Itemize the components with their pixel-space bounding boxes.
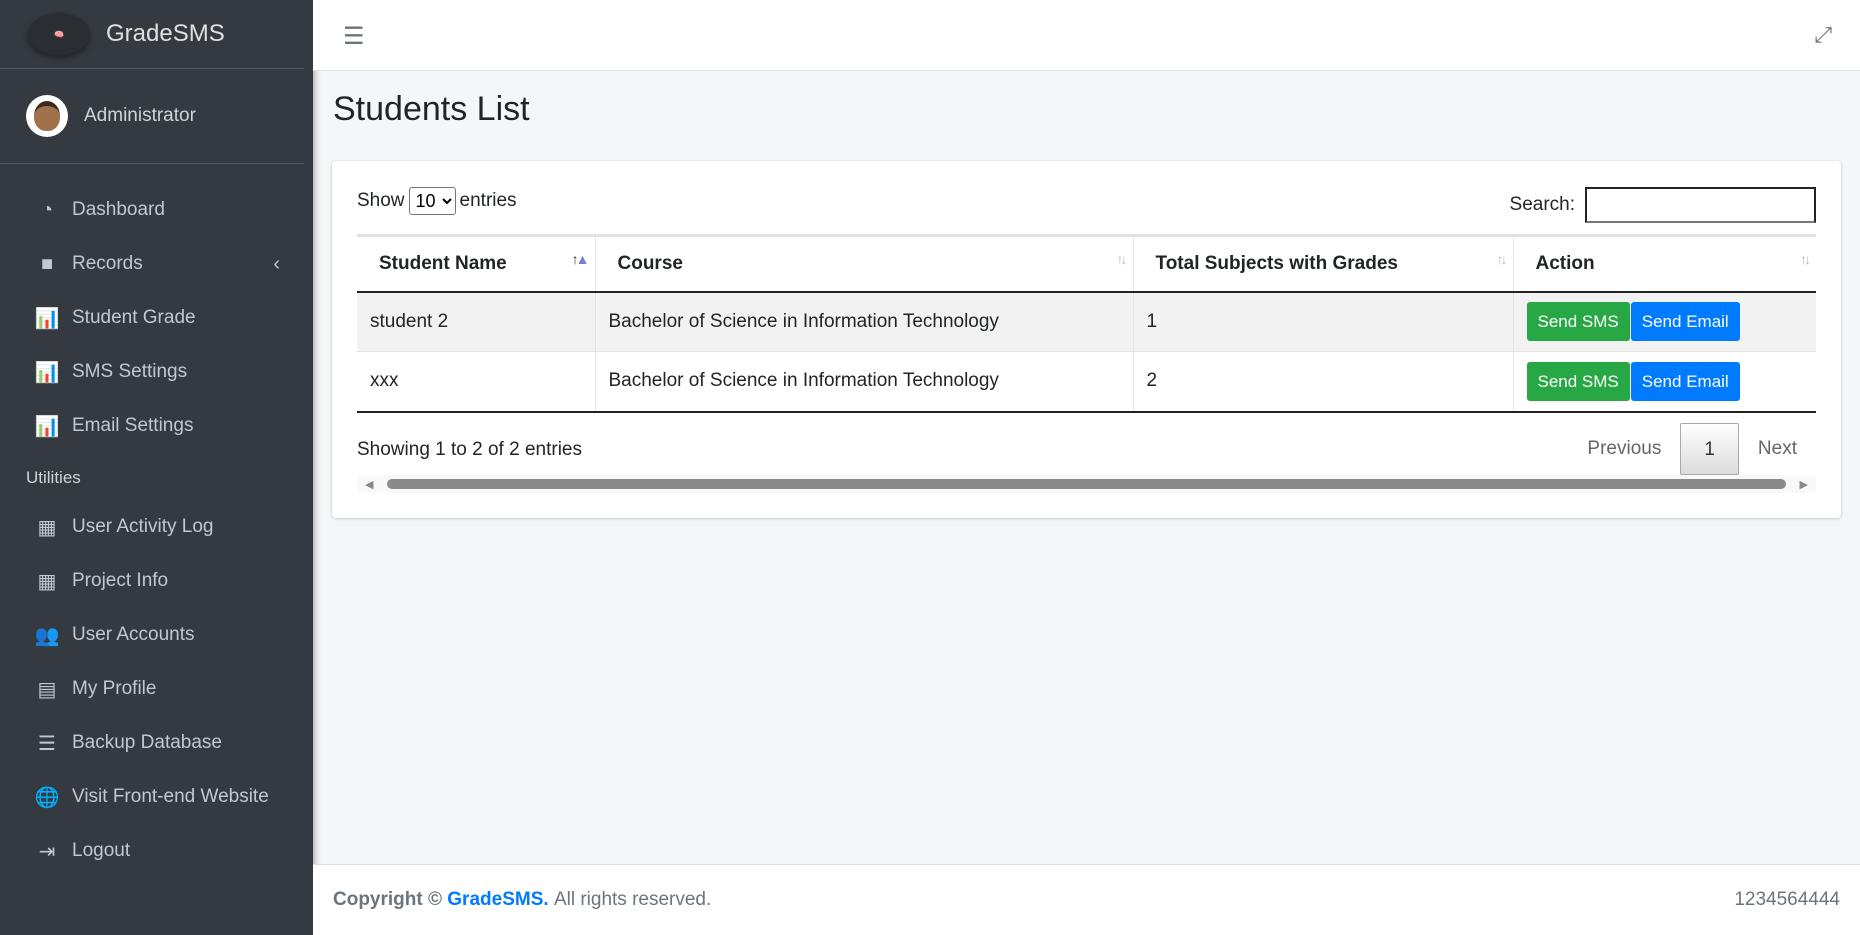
fullscreen-icon[interactable]: ⤢ <box>1814 22 1832 48</box>
sidebar-item-sms-settings[interactable]: 📊 SMS Settings <box>0 348 304 396</box>
user-panel[interactable]: Administrator <box>0 69 304 164</box>
sidebar-item-project-info[interactable]: ▦ Project Info <box>0 557 304 605</box>
building-icon: ▦ <box>37 516 57 539</box>
sidebar-item-dashboard[interactable]: ◔ Dashboard <box>0 186 304 234</box>
footer-version: 1234564444 <box>1734 889 1840 910</box>
chevron-left-icon: ‹ <box>273 252 280 275</box>
send-email-button[interactable]: Send Email <box>1630 361 1740 401</box>
search-control: Search: <box>1510 187 1816 223</box>
table-row: xxx Bachelor of Science in Information T… <box>357 351 1816 413</box>
horizontal-scrollbar[interactable]: ◀ ▶ <box>357 475 1816 493</box>
sort-icon: ↑↓ <box>1800 251 1811 267</box>
nav-header-utilities: Utilities <box>26 468 81 487</box>
folder-icon: ■ <box>40 252 54 275</box>
page-title: Students List <box>333 90 530 128</box>
pagination: Previous 1 Next <box>1568 423 1816 475</box>
column-header-total-subjects[interactable]: Total Subjects with Grades ↑↓ <box>1132 235 1513 293</box>
send-sms-button[interactable]: Send SMS <box>1526 302 1630 342</box>
sidebar-item-visit-website[interactable]: 🌐 Visit Front-end Website <box>0 773 304 821</box>
globe-icon: 🌐 <box>34 786 60 809</box>
column-header-action[interactable]: Action ↑↓ <box>1512 235 1816 293</box>
previous-button[interactable]: Previous <box>1568 438 1680 460</box>
database-icon: ☰ <box>38 732 56 755</box>
brand-link[interactable]: 🧠 GradeSMS <box>0 0 304 69</box>
table-info: Showing 1 to 2 of 2 entries <box>357 439 582 460</box>
brand-name: GradeSMS <box>106 20 225 47</box>
bar-chart-icon: 📊 <box>34 415 60 438</box>
page-1-button[interactable]: 1 <box>1680 423 1739 475</box>
students-table: Student Name ↑▲ Course ↑↓ Total Subjects w… <box>357 234 1816 413</box>
table-row: student 2 Bachelor of Science in Informa… <box>357 291 1816 352</box>
sort-icon: ↑↓ <box>1116 251 1128 267</box>
scroll-left-icon[interactable]: ◀ <box>365 478 373 491</box>
sidebar-item-records[interactable]: ■ Records ‹ <box>0 240 304 288</box>
top-navbar: ☰ ⤢ <box>313 0 1860 71</box>
hamburger-menu-icon[interactable]: ☰ <box>343 22 365 51</box>
sidebar-item-user-activity-log[interactable]: ▦ User Activity Log <box>0 503 304 551</box>
sort-icon: ↑↓ <box>1496 251 1508 267</box>
sidebar-item-student-grade[interactable]: 📊 Student Grade <box>0 294 304 342</box>
id-card-icon: ▤ <box>37 678 57 701</box>
users-icon: 👥 <box>34 624 60 647</box>
footer-brand-link[interactable]: GradeSMS. <box>447 889 548 911</box>
tachometer-icon: ◔ <box>40 198 54 221</box>
avatar <box>26 95 68 137</box>
column-header-student-name[interactable]: Student Name ↑▲ <box>357 235 595 293</box>
sidebar-item-user-accounts[interactable]: 👥 User Accounts <box>0 611 304 659</box>
sidebar-item-logout[interactable]: ⇥ Logout <box>0 827 304 875</box>
search-input[interactable] <box>1585 187 1816 223</box>
sidebar-item-my-profile[interactable]: ▤ My Profile <box>0 665 304 713</box>
sidebar-item-email-settings[interactable]: 📊 Email Settings <box>0 402 304 450</box>
page-length-select[interactable]: 10 <box>408 187 456 215</box>
user-name: Administrator <box>84 105 196 126</box>
send-email-button[interactable]: Send Email <box>1630 302 1740 342</box>
sort-asc-icon: ↑▲ <box>571 251 590 267</box>
bar-chart-icon: 📊 <box>34 307 60 330</box>
send-sms-button[interactable]: Send SMS <box>1526 361 1630 401</box>
sidebar: 🧠 GradeSMS Administrator ◔ Dashboard ■ Rec… <box>0 0 313 935</box>
sign-out-icon: ⇥ <box>38 840 56 863</box>
column-header-course[interactable]: Course ↑↓ <box>594 235 1133 293</box>
scrollbar-thumb[interactable] <box>387 479 1786 489</box>
page-length-control: Show 10 entries <box>357 187 517 215</box>
footer: Copyright © GradeSMS. All rights reserve… <box>313 864 1860 935</box>
students-card: Show 10 entries Search: Student Name ↑▲ C… <box>332 161 1841 518</box>
scroll-right-icon[interactable]: ▶ <box>1800 478 1808 491</box>
bar-chart-icon: 📊 <box>34 361 60 384</box>
next-button[interactable]: Next <box>1739 438 1816 460</box>
building-icon: ▦ <box>37 570 57 593</box>
sidebar-item-backup-database[interactable]: ☰ Backup Database <box>0 719 304 767</box>
brand-logo: 🧠 <box>28 13 90 55</box>
